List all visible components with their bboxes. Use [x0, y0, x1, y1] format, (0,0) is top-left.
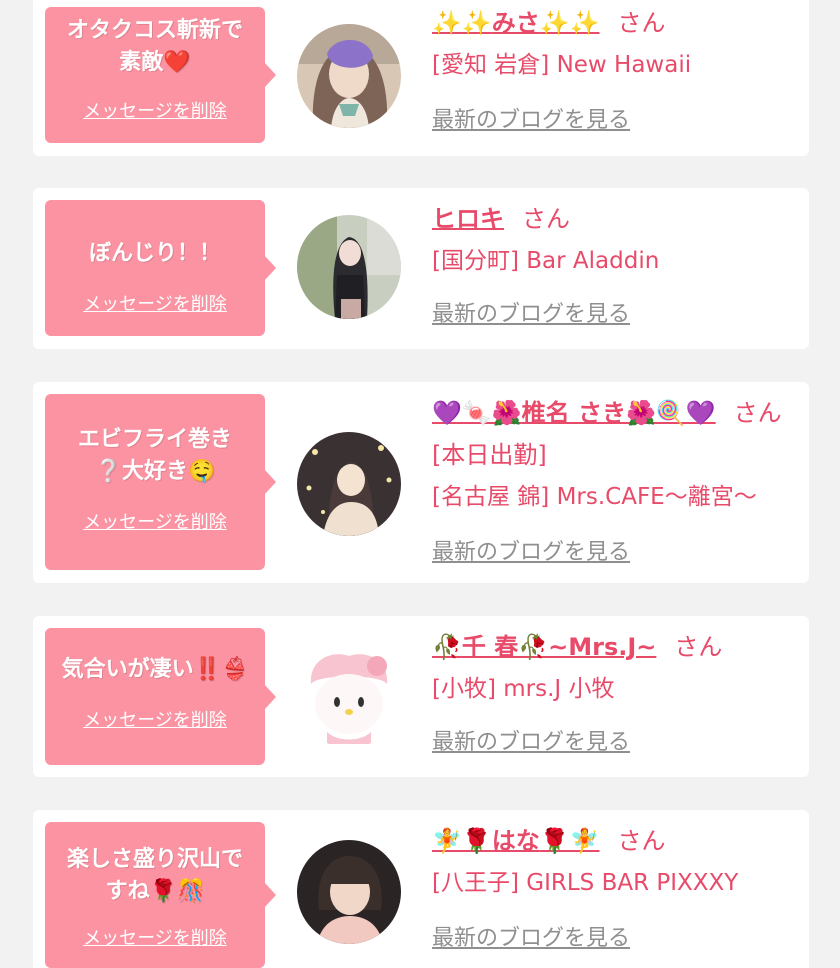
honorific: さん [733, 399, 782, 427]
message-text: 気合いが凄い‼️👙 [61, 657, 249, 682]
sender-name-link[interactable]: 💜🍬🌺椎名 さき🌺🍭💜 [432, 399, 716, 427]
sender-name-line: ヒロキ さん [432, 198, 792, 240]
profile-photo-woman-short-hair [297, 840, 401, 944]
message-card: ぼんじり！！ メッセージを削除 ヒロキ さん [国分町] Bar Aladdin … [33, 188, 809, 349]
shop-name: [国分町] Bar Aladdin [432, 248, 660, 274]
sender-info: 💜🍬🌺椎名 さき🌺🍭💜 さん [本日出勤] [名古屋 錦] Mrs.CAFE〜離宮〜… [432, 392, 802, 565]
sender-name-line: ✨✨みさ✨✨ さん [432, 2, 792, 44]
message-card: 楽しさ盛り沢山ですね🌹🎊 メッセージを削除 🧚🌹はな🌹🧚 さん [八王子] GIR… [33, 810, 809, 968]
name-decoration: 🌺🍭💜 [626, 399, 716, 427]
message-text: 楽しさ盛り沢山ですね🌹🎊 [67, 847, 244, 904]
latest-blog-link[interactable]: 最新のブログを見る [432, 296, 630, 328]
name-decoration: 🌹🧚 [539, 827, 600, 855]
latest-blog-link[interactable]: 最新のブログを見る [432, 102, 630, 134]
message-list: オタクコス斬新で素敵❤️ メッセージを削除 ✨✨みさ✨✨ さん [愛知 岩倉] N… [0, 0, 840, 968]
honorific: さん [522, 205, 570, 233]
sender-info: ヒロキ さん [国分町] Bar Aladdin 最新のブログを見る [432, 198, 792, 327]
name-decoration: ✨✨ [539, 9, 600, 37]
message-bubble: 楽しさ盛り沢山ですね🌹🎊 メッセージを削除 [45, 822, 276, 968]
message-bubble: 気合いが凄い‼️👙 メッセージを削除 [45, 628, 276, 765]
name-decoration: ✨✨ [432, 9, 492, 37]
sender-name-link[interactable]: ヒロキ [432, 205, 504, 233]
honorific: さん [617, 9, 666, 37]
avatar[interactable] [297, 432, 401, 536]
sender-info: ✨✨みさ✨✨ さん [愛知 岩倉] New Hawaii 最新のブログを見る [432, 2, 792, 133]
sender-name: 椎名 さき [521, 399, 627, 427]
latest-blog-link[interactable]: 最新のブログを見る [432, 920, 630, 952]
sender-name-link[interactable]: 🥀千 春🥀~Mrs.J~ [432, 633, 656, 661]
sender-name-line: 💜🍬🌺椎名 さき🌺🍭💜 さん [本日出勤] [432, 392, 802, 476]
sender-info: 🧚🌹はな🌹🧚 さん [八王子] GIRLS BAR PIXXXY 最新のブログを見… [432, 820, 792, 951]
delete-message-link[interactable]: メッセージを削除 [45, 512, 265, 534]
latest-blog-link[interactable]: 最新のブログを見る [432, 534, 630, 566]
delete-message-link[interactable]: メッセージを削除 [45, 101, 265, 123]
message-card: 気合いが凄い‼️👙 メッセージを削除 🥀千 春🥀~Mrs.J~ さん [小牧] m… [33, 616, 809, 777]
delete-message-link[interactable]: メッセージを削除 [45, 710, 265, 732]
delete-message-link[interactable]: メッセージを削除 [45, 928, 265, 950]
sender-name-link[interactable]: 🧚🌹はな🌹🧚 [432, 827, 600, 855]
message-text: ぼんじり！！ [88, 241, 221, 266]
honorific: さん [674, 633, 723, 661]
latest-blog-link[interactable]: 最新のブログを見る [432, 724, 630, 756]
profile-photo-character-plush [297, 644, 401, 748]
avatar[interactable] [297, 840, 401, 944]
message-card: エビフライ巻き❔大好き🤤 メッセージを削除 💜🍬🌺椎名 さき🌺🍭💜 さん [本日出勤… [33, 382, 809, 583]
name-decoration: 🧚🌹 [432, 827, 492, 855]
avatar[interactable] [297, 215, 401, 319]
sender-name: 千 春🥀~Mrs.J~ [461, 633, 657, 661]
sender-info: 🥀千 春🥀~Mrs.J~ さん [小牧] mrs.J 小牧 最新のブログを見る [432, 626, 792, 755]
work-status: [本日出勤] [432, 441, 547, 469]
avatar[interactable] [297, 644, 401, 748]
message-card: オタクコス斬新で素敵❤️ メッセージを削除 ✨✨みさ✨✨ さん [愛知 岩倉] N… [33, 0, 809, 156]
delete-message-link[interactable]: メッセージを削除 [45, 294, 265, 316]
honorific: さん [617, 827, 666, 855]
message-bubble: オタクコス斬新で素敵❤️ メッセージを削除 [45, 7, 276, 143]
sender-name: みさ [491, 9, 540, 37]
avatar[interactable] [297, 24, 401, 128]
sender-name-line: 🥀千 春🥀~Mrs.J~ さん [432, 626, 792, 668]
name-decoration: 💜🍬🌺 [432, 399, 522, 427]
sender-name: ヒロキ [432, 205, 504, 233]
message-bubble: ぼんじり！！ メッセージを削除 [45, 200, 276, 336]
message-text: オタクコス斬新で素敵❤️ [67, 18, 244, 75]
name-decoration: 🥀 [432, 633, 462, 661]
sender-name-link[interactable]: ✨✨みさ✨✨ [432, 9, 600, 37]
profile-photo-woman-long-hair [297, 24, 401, 128]
message-bubble: エビフライ巻き❔大好き🤤 メッセージを削除 [45, 394, 276, 570]
shop-name: [八王子] GIRLS BAR PIXXXY [432, 870, 739, 896]
profile-photo-woman-black-dress [297, 215, 401, 319]
sender-name: はな [491, 827, 540, 855]
shop-name: [愛知 岩倉] New Hawaii [432, 52, 692, 78]
message-text: エビフライ巻き❔大好き🤤 [77, 427, 232, 484]
sender-name-line: 🧚🌹はな🌹🧚 さん [432, 820, 792, 862]
profile-photo-woman-lights [297, 432, 401, 536]
shop-name: [小牧] mrs.J 小牧 [432, 676, 615, 702]
shop-name: [名古屋 錦] Mrs.CAFE〜離宮〜 [432, 484, 757, 510]
